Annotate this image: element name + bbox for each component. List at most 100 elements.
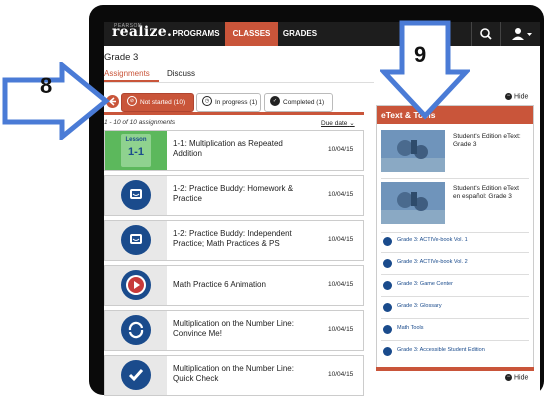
tool-label[interactable]: Grade 3: ACTIVe-book Vol. 1 (397, 237, 468, 243)
callout-number: 9 (414, 42, 427, 67)
filter-completed[interactable]: ✓ Completed (1) (264, 93, 333, 112)
search-button[interactable] (471, 22, 500, 46)
assignment-title[interactable]: Math Practice 6 Animation (173, 280, 313, 290)
lesson-icon: Lesson 1-1 (121, 134, 151, 167)
not-started-icon: ⊘ (127, 96, 137, 107)
user-menu-button[interactable] (500, 22, 540, 46)
filter-in-progress[interactable]: ◷ In progress (1) (196, 93, 261, 112)
assignment-thumbnail (105, 221, 167, 260)
assignment-title[interactable]: 1-2: Practice Buddy: Homework & Practice (173, 184, 313, 204)
assignment-row[interactable]: Multiplication on the Number Line: Quick… (104, 355, 364, 396)
hide-label: Hide (514, 93, 529, 101)
hide-label: Hide (514, 374, 529, 382)
lesson-thumbnail: Lesson 1-1 (105, 131, 167, 170)
assignment-due-date: 10/04/15 (328, 326, 354, 333)
play-icon (121, 270, 151, 300)
etext-tools-panel: eText & Tools Student's Edition eText: G… (376, 105, 534, 369)
game-icon (383, 281, 392, 290)
tool-link[interactable]: Grade 3: Game Center (381, 280, 531, 292)
tool-divider (381, 296, 529, 297)
refresh-icon (121, 315, 151, 345)
search-icon (480, 28, 492, 40)
math-tools-icon (383, 325, 392, 334)
chevron-down-icon: ⌄ (349, 120, 355, 127)
etext-item[interactable]: Student's Edition eText en español: Grad… (381, 182, 529, 226)
hide-panel-button-bottom[interactable]: − Hide (505, 374, 528, 381)
callout-number: 8 (40, 73, 53, 98)
tool-link[interactable]: Math Tools (381, 324, 531, 336)
assignment-thumbnail (105, 266, 167, 305)
assignment-thumbnail (105, 356, 167, 395)
tool-label[interactable]: Math Tools (397, 325, 424, 331)
practice-buddy-icon (121, 225, 151, 255)
pencil-icon (383, 347, 392, 356)
etext-divider (381, 232, 529, 233)
tool-link[interactable]: Grade 3: ACTIVe-book Vol. 2 (381, 258, 531, 270)
nav-grades[interactable]: GRADES (280, 22, 320, 46)
assignment-count: 1 - 10 of 10 assignments (104, 119, 176, 126)
etext-cover-image (381, 130, 445, 172)
tool-label[interactable]: Grade 3: ACTIVe-book Vol. 2 (397, 259, 468, 265)
filter-completed-label: Completed (1) (283, 99, 325, 106)
tool-link[interactable]: Grade 3: Accessible Student Edition (381, 346, 531, 358)
filter-in-progress-label: In progress (1) (215, 99, 258, 106)
assignment-due-date: 10/04/15 (328, 281, 354, 288)
tool-label[interactable]: Grade 3: Accessible Student Edition (397, 347, 485, 353)
book-icon (383, 259, 392, 268)
header-divider (104, 82, 374, 83)
assignment-title[interactable]: Multiplication on the Number Line: Quick… (173, 364, 313, 384)
etext-title[interactable]: Student's Edition eText en español: Grad… (453, 185, 527, 201)
etext-title[interactable]: Student's Edition eText: Grade 3 (453, 133, 527, 149)
callout-arrow-right (2, 62, 110, 140)
nav-programs[interactable]: PROGRAMS (168, 22, 224, 46)
minus-circle-icon: − (505, 93, 512, 100)
etext-divider (381, 178, 529, 179)
tool-link[interactable]: Grade 3: ACTIVe-book Vol. 1 (381, 236, 531, 248)
callout-arrow-down (380, 20, 470, 120)
lesson-badge-label: Lesson (125, 137, 147, 143)
list-accent-bar (104, 112, 364, 115)
tab-discuss[interactable]: Discuss (167, 69, 195, 78)
tool-label[interactable]: Grade 3: Glossary (397, 303, 442, 309)
tool-divider (381, 252, 529, 253)
clock-icon: ◷ (202, 96, 212, 107)
app-screen: PEARSON realize. PROGRAMS CLASSES GRADES… (104, 22, 540, 396)
assignment-row[interactable]: Multiplication on the Number Line: Convi… (104, 310, 364, 351)
assignment-row[interactable]: 1-2: Practice Buddy: Independent Practic… (104, 220, 364, 261)
lesson-badge-number: 1-1 (128, 146, 144, 158)
minus-circle-icon: − (505, 374, 512, 381)
tool-label[interactable]: Grade 3: Game Center (397, 281, 453, 287)
assignment-row[interactable]: 1-2: Practice Buddy: Homework & Practice… (104, 175, 364, 216)
tool-divider (381, 340, 529, 341)
logo-brand: PEARSON (114, 23, 142, 29)
user-icon (512, 28, 532, 40)
assignment-due-date: 10/04/15 (328, 236, 354, 243)
assignment-title[interactable]: Multiplication on the Number Line: Convi… (173, 319, 313, 339)
glossary-icon (383, 303, 392, 312)
assignment-thumbnail (105, 311, 167, 350)
hide-panel-button[interactable]: − Hide (505, 93, 528, 100)
etext-cover-image (381, 182, 445, 224)
nav-classes[interactable]: CLASSES (225, 22, 278, 46)
tool-divider (381, 318, 529, 319)
assignment-row[interactable]: Lesson 1-1 1-1: Multiplication as Repeat… (104, 130, 364, 171)
assignment-due-date: 10/04/15 (328, 371, 354, 378)
practice-buddy-icon (121, 180, 151, 210)
panel-bottom-bar (376, 367, 534, 371)
check-circle-icon: ✓ (270, 96, 280, 107)
filter-not-started-label: Not started (10) (140, 99, 186, 106)
check-icon (121, 360, 151, 390)
sort-label: Due date (321, 120, 348, 127)
filter-not-started[interactable]: ⊘ Not started (10) (121, 93, 194, 112)
realize-logo[interactable]: PEARSON realize. (112, 23, 172, 40)
tool-link[interactable]: Grade 3: Glossary (381, 302, 531, 314)
assignment-row[interactable]: Math Practice 6 Animation 10/04/15 (104, 265, 364, 306)
top-navigation-bar: PEARSON realize. PROGRAMS CLASSES GRADES (104, 22, 540, 46)
sort-dropdown[interactable]: Due date ⌄ (321, 119, 355, 127)
book-icon (383, 237, 392, 246)
etext-item[interactable]: Student's Edition eText: Grade 3 (381, 130, 529, 174)
assignment-title[interactable]: 1-1: Multiplication as Repeated Addition (173, 139, 313, 159)
assignment-thumbnail (105, 176, 167, 215)
assignment-title[interactable]: 1-2: Practice Buddy: Independent Practic… (173, 229, 313, 249)
tool-divider (381, 274, 529, 275)
